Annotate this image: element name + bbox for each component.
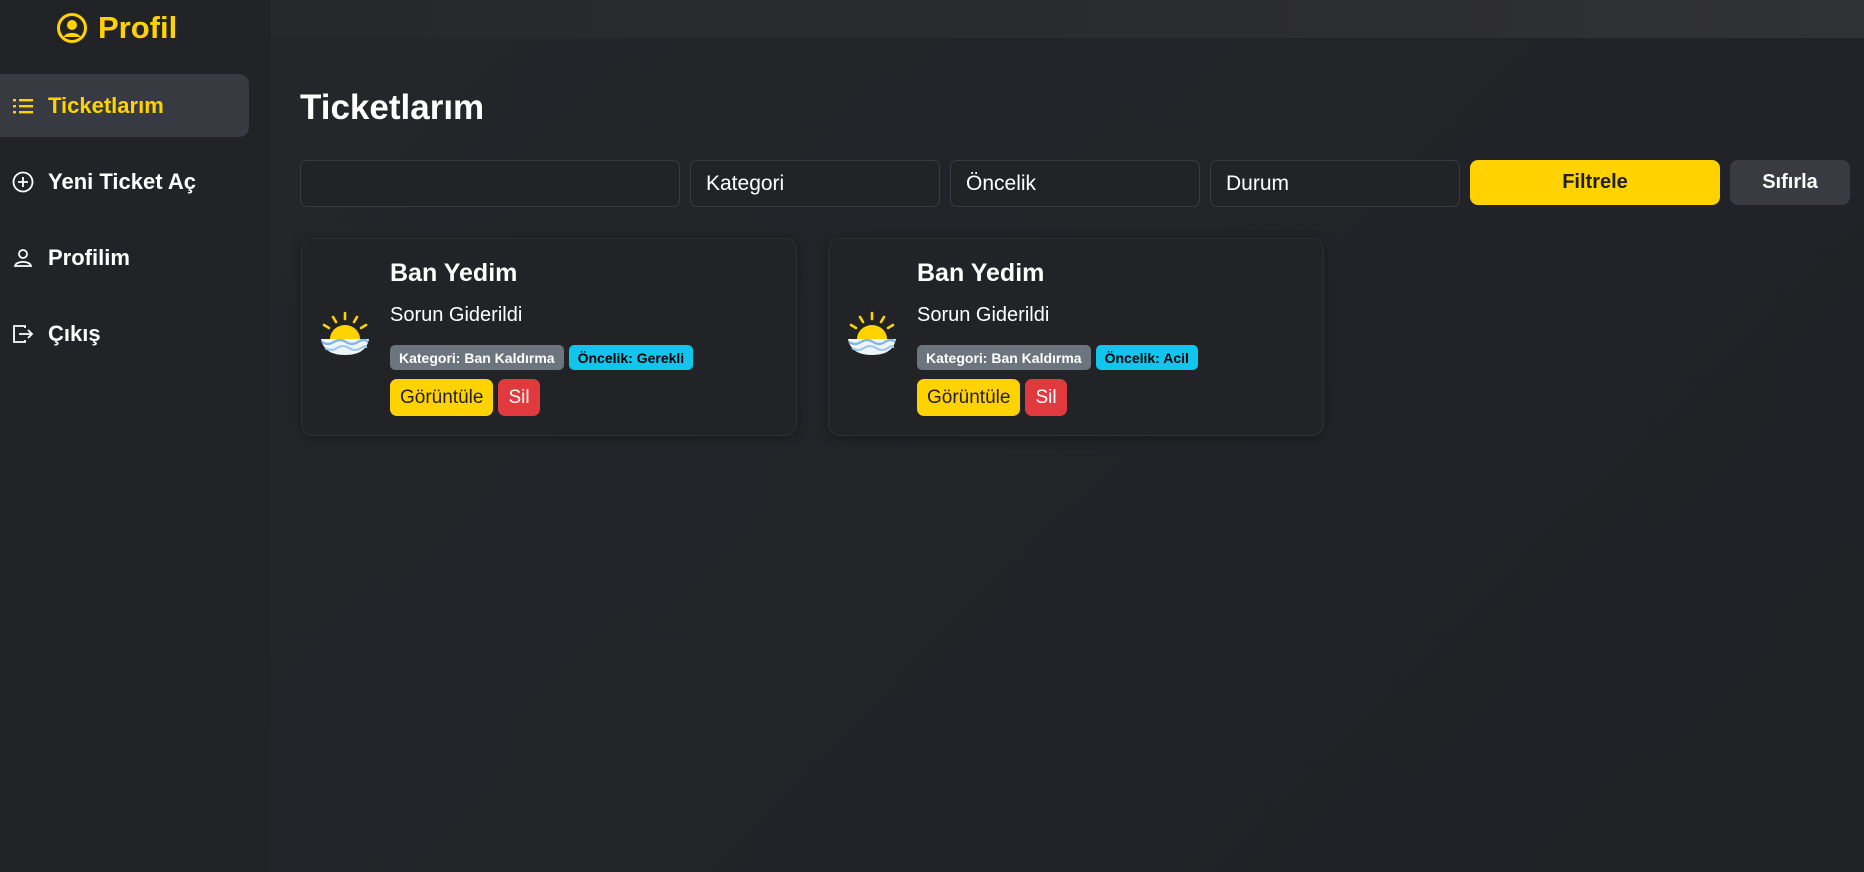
priority-select[interactable]: Öncelik bbox=[950, 160, 1200, 207]
brand-label: Profil bbox=[98, 10, 178, 45]
delete-button[interactable]: Sil bbox=[1025, 379, 1067, 416]
user-circle-icon bbox=[57, 13, 87, 43]
brand: Profil bbox=[56, 8, 177, 48]
delete-button[interactable]: Sil bbox=[498, 379, 540, 416]
ticket-card: Ban Yedim Sorun Giderildi Kategori: Ban … bbox=[828, 238, 1324, 436]
category-select[interactable]: Kategori bbox=[690, 160, 940, 207]
ticket-actions: Görüntüle Sil bbox=[917, 379, 1067, 416]
top-bar bbox=[270, 0, 1864, 38]
ticket-status: Sorun Giderildi bbox=[917, 304, 1050, 326]
search-input[interactable] bbox=[300, 160, 680, 207]
ticket-badges: Kategori: Ban Kaldırma Öncelik: Gerekli bbox=[390, 345, 694, 370]
category-badge: Kategori: Ban Kaldırma bbox=[917, 345, 1091, 370]
sidebar-item-label: Ticketlarım bbox=[48, 92, 164, 118]
status-select[interactable]: Durum bbox=[1210, 160, 1460, 207]
sidebar-item-label: Çıkış bbox=[48, 320, 101, 346]
sidebar-item-cikis[interactable]: Çıkış bbox=[0, 302, 249, 365]
sidebar-item-yeni-ticket[interactable]: Yeni Ticket Aç bbox=[0, 150, 249, 213]
user-icon bbox=[13, 248, 33, 267]
ticket-status: Sorun Giderildi bbox=[390, 304, 523, 326]
logout-icon bbox=[13, 324, 34, 343]
priority-select-label: Öncelik bbox=[966, 171, 1037, 195]
sidebar-item-profilim[interactable]: Profilim bbox=[0, 226, 249, 289]
priority-badge: Öncelik: Acil bbox=[1095, 345, 1198, 370]
sunrise-icon bbox=[321, 311, 369, 355]
view-button[interactable]: Görüntüle bbox=[917, 379, 1021, 416]
sidebar-item-label: Profilim bbox=[48, 244, 130, 270]
list-icon bbox=[13, 98, 33, 113]
main-content: Ticketlarım Kategori Öncelik Durum Filtr… bbox=[270, 0, 1864, 872]
reset-button[interactable]: Sıfırla bbox=[1730, 160, 1850, 205]
ticket-title: Ban Yedim bbox=[390, 259, 518, 287]
ticket-badges: Kategori: Ban Kaldırma Öncelik: Acil bbox=[917, 345, 1198, 370]
ticket-title: Ban Yedim bbox=[917, 259, 1045, 287]
sunrise-icon bbox=[848, 311, 896, 355]
filter-button[interactable]: Filtrele bbox=[1470, 160, 1720, 205]
sidebar-item-ticketlarim[interactable]: Ticketlarım bbox=[0, 74, 249, 137]
ticket-actions: Görüntüle Sil bbox=[390, 379, 540, 416]
category-select-label: Kategori bbox=[706, 171, 785, 195]
plus-circle-icon bbox=[12, 171, 34, 192]
sidebar-item-label: Yeni Ticket Aç bbox=[48, 168, 196, 194]
page-title: Ticketlarım bbox=[300, 88, 485, 127]
sidebar: Profil Ticketlarım Yeni Ticket Aç Profil… bbox=[0, 0, 270, 872]
view-button[interactable]: Görüntüle bbox=[390, 379, 494, 416]
priority-badge: Öncelik: Gerekli bbox=[568, 345, 694, 370]
category-badge: Kategori: Ban Kaldırma bbox=[390, 345, 564, 370]
ticket-card: Ban Yedim Sorun Giderildi Kategori: Ban … bbox=[301, 238, 797, 436]
status-select-label: Durum bbox=[1226, 171, 1290, 195]
